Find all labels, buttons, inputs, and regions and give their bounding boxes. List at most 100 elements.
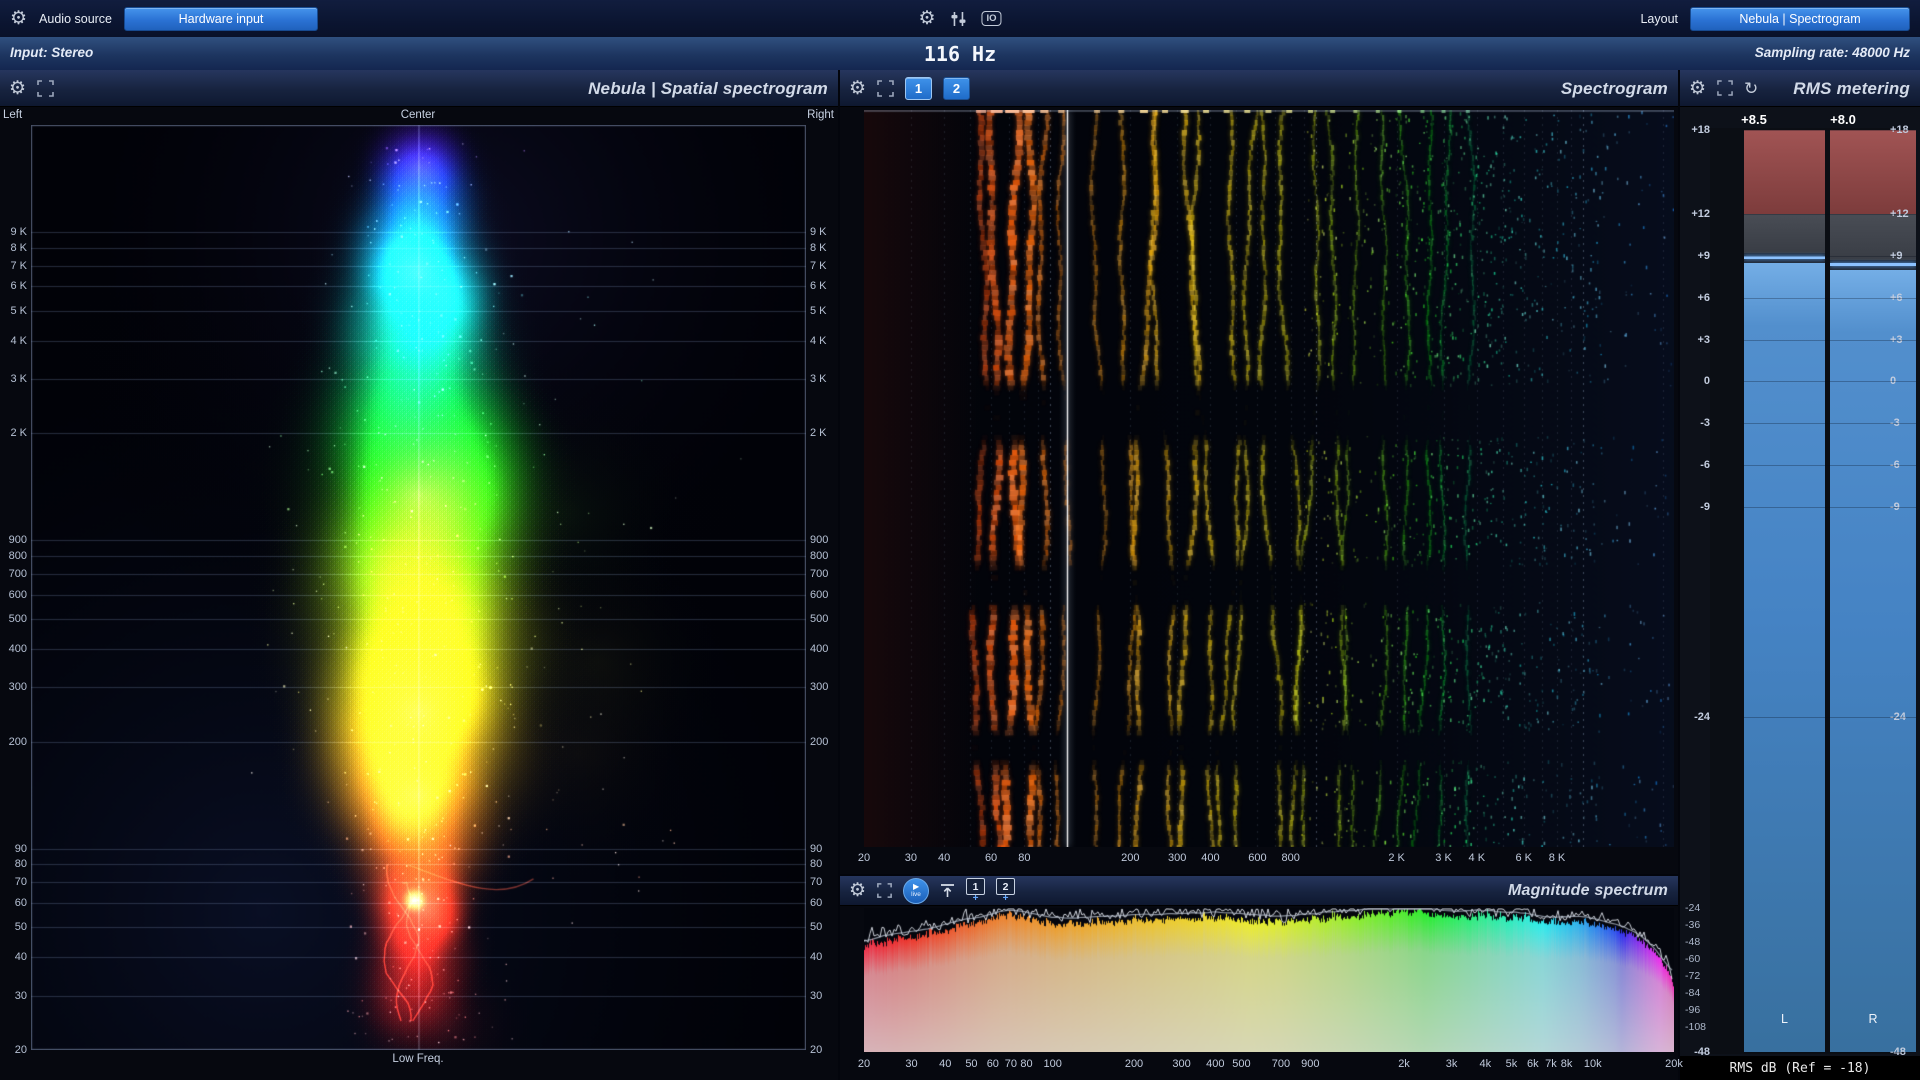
spatial-freq-tick-left: 8 K [10,241,27,254]
spatial-panel-title: Nebula | Spatial spectrogram [588,79,828,98]
rms-db-tick-left: -9 [1700,501,1710,514]
rms-db-tick-left: -3 [1700,417,1710,430]
spatial-freq-tick-right: 2 K [810,427,827,440]
rms-zone-peak [1830,262,1916,266]
mag-curve-1-add-icon[interactable]: + [973,894,979,904]
magnitude-freq-tick: 6k [1527,1058,1539,1070]
hardware-input-button[interactable]: Hardware input [124,6,319,31]
magnitude-freq-tick: 3k [1445,1058,1458,1070]
rms-footer: RMS dB (Ref = -18) [1680,1056,1920,1080]
spatial-freq-tick-left: 900 [8,534,27,547]
rms-db-tick-left: +3 [1697,333,1710,346]
spectrogram-view-1-button[interactable]: 1 [905,76,933,100]
magnitude-db-tick: -84 [1685,986,1701,999]
magnitude-freq-tick: 4k [1479,1058,1492,1070]
magnitude-freq-tick: 5k [1505,1058,1518,1070]
rms-meter-left: L [1744,130,1825,1052]
rms-value-right: +8.0 [1830,112,1856,127]
rms-zone-gray [1744,213,1825,253]
gear-icon[interactable]: ⚙ [10,9,27,28]
spatial-freq-tick-right: 500 [810,612,829,625]
spatial-freq-tick-left: 50 [14,921,27,934]
align-top-icon[interactable] [940,883,955,898]
spectrogram-freq-tick: 8 K [1548,852,1566,864]
spatial-freq-tick-left: 500 [8,612,27,625]
audio-source-label: Audio source [39,11,113,26]
fullscreen-icon[interactable] [37,79,54,97]
layout-label[interactable]: Layout [1640,12,1678,26]
magnitude-db-tick: -72 [1685,969,1701,982]
live-play-button[interactable]: ▶ live [903,877,930,904]
spectrogram-freq-tick: 4 K [1468,852,1486,864]
fullscreen-icon[interactable] [877,79,894,97]
magnitude-frequency-axis: 20 30 40 50 60 70 80 100 200 300 400 500 700 900 2k 3k 4… [840,1055,1683,1077]
spatial-freq-tick-right: 4 K [810,334,827,347]
reset-refresh-icon[interactable]: ↻ [1744,80,1758,97]
faders-icon[interactable] [950,11,968,27]
spatial-freq-tick-right: 200 [810,735,829,748]
rms-db-tick-right: +18 [1890,124,1909,136]
mag-curve-1-group: 1 + [966,878,986,904]
magnitude-freq-tick: 20 [857,1058,871,1070]
rms-db-tick-right: 0 [1890,375,1897,388]
spectrogram-freq-tick: 2 K [1388,852,1405,864]
magnitude-freq-tick: 8k [1560,1058,1573,1070]
spectrogram-frequency-axis: 20 30 40 60 80 200 300 400 600 800 2 K 3 K 4 K 6 K 8 K [840,849,1678,872]
spectrogram-freq-tick: 200 [1121,852,1140,864]
magnitude-freq-tick: 70 [1004,1058,1018,1070]
spatial-freq-tick-right: 8 K [810,241,827,254]
fullscreen-icon[interactable] [1717,80,1733,96]
magnitude-freq-tick: 500 [1232,1058,1251,1070]
rms-meter-right: R [1830,130,1916,1052]
settings-gear-icon[interactable]: ⚙ [918,9,935,28]
magnitude-spectrum-plot[interactable] [864,908,1674,1052]
gear-icon[interactable]: ⚙ [9,79,26,98]
gear-icon[interactable]: ⚙ [849,881,866,900]
rms-db-tick-left: -24 [1694,710,1710,723]
spatial-freq-tick-left: 40 [14,951,27,964]
layout-preset-button[interactable]: Nebula | Spectrogram [1690,6,1910,31]
spectrogram-freq-tick: 600 [1248,852,1267,864]
audio-source-group: ⚙ Audio source Hardware input [10,0,319,37]
spatial-freq-tick-right: 40 [810,951,823,964]
rms-db-tick-right: +3 [1890,333,1903,346]
rms-db-tick-right: -6 [1890,459,1900,472]
spatial-freq-tick-right: 20 [810,1044,823,1056]
magnitude-freq-tick: 30 [905,1058,918,1070]
magnitude-panel-title: Magnitude spectrum [1507,882,1668,899]
rms-panel-title: RMS metering [1793,79,1910,98]
spatial-freq-tick-right: 90 [810,842,823,855]
spatial-freq-tick-left: 300 [8,681,27,694]
spectrogram-freq-tick: 6 K [1515,852,1532,864]
gear-icon[interactable]: ⚙ [849,79,866,98]
magnitude-freq-tick: 300 [1172,1058,1191,1070]
spectrogram-freq-tick: 400 [1201,852,1220,864]
spatial-freq-tick-right: 80 [810,858,823,871]
spectrogram-freq-tick: 40 [938,852,951,864]
spectrogram-freq-tick: 800 [1281,852,1300,864]
spatial-freq-tick-left: 3 K [10,373,27,386]
rms-db-tick-right: -48 [1890,1046,1906,1059]
mag-curve-2-add-icon[interactable]: + [1003,894,1009,904]
spectrogram-plot[interactable] [864,110,1674,847]
magnitude-db-tick: -24 [1685,902,1701,914]
spatial-freq-tick-right: 300 [810,681,829,694]
gear-icon[interactable]: ⚙ [1689,79,1706,98]
fullscreen-icon[interactable] [877,883,892,898]
spectrogram-view-2-button[interactable]: 2 [943,76,971,100]
rms-db-tick-left: -48 [1694,1046,1710,1059]
magnitude-db-tick: -60 [1685,952,1701,965]
io-routing-icon[interactable]: IO [981,11,1002,26]
rms-value-left: +8.5 [1741,112,1767,127]
rms-db-tick-right: -9 [1890,501,1900,514]
spatial-spectrogram-plot[interactable] [31,125,806,1050]
spatial-freq-tick-right: 5 K [810,304,827,317]
spectrogram-freq-tick: 3 K [1435,852,1452,864]
rms-db-tick-left: -6 [1700,459,1710,472]
magnitude-freq-tick: 100 [1043,1058,1062,1070]
spatial-freq-tick-right: 600 [810,588,829,601]
magnitude-freq-tick: 200 [1124,1058,1144,1070]
rms-zone-gray [1830,213,1916,260]
app-window: ⚙ Audio source Hardware input ⚙ IO Layou… [0,0,1920,1080]
spatial-freq-tick-left: 200 [8,735,27,748]
